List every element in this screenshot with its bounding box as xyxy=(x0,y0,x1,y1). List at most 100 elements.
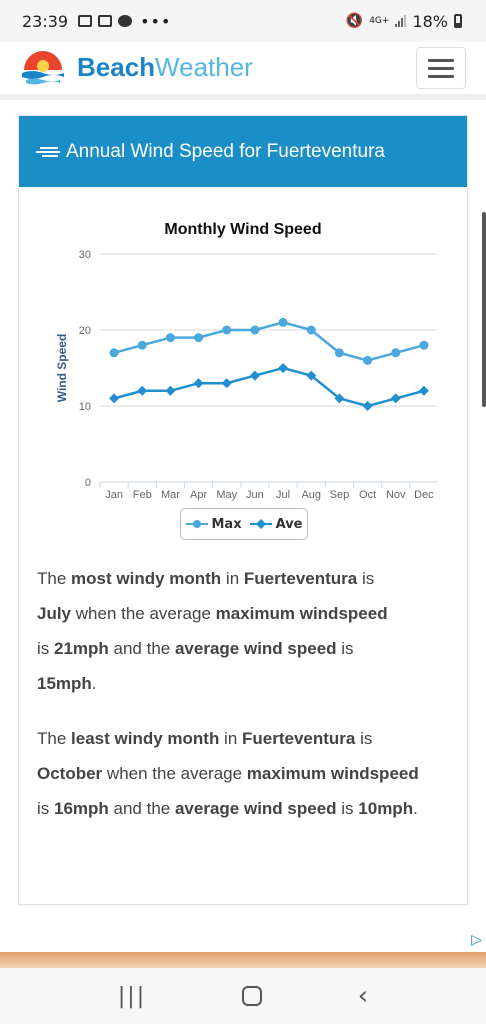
text: and the xyxy=(108,799,175,818)
network-type-label: 4G+ xyxy=(369,15,390,26)
recent-apps-icon[interactable]: ||| xyxy=(118,984,146,1009)
legend-item-ave[interactable]: Ave xyxy=(249,516,303,532)
data-point-max[interactable] xyxy=(222,325,232,335)
battery-icon xyxy=(454,14,462,28)
bold-text: Fuerteventura xyxy=(242,729,356,748)
x-tick-label: Apr xyxy=(190,489,207,501)
data-point-max[interactable] xyxy=(419,340,429,350)
text: The xyxy=(37,569,72,588)
data-point-max[interactable] xyxy=(391,348,401,358)
data-point-ave[interactable] xyxy=(221,378,232,389)
text: in xyxy=(221,569,244,588)
text: in xyxy=(219,729,243,748)
data-point-ave[interactable] xyxy=(362,401,373,411)
status-bar: 23:39 ••• 🔇 4G+ 18% xyxy=(0,0,486,42)
card-header: Annual Wind Speed for Fuerteventura xyxy=(19,116,467,187)
notification-icons xyxy=(78,15,133,27)
more-notifications-icon: ••• xyxy=(140,11,172,31)
x-tick-label: May xyxy=(216,489,237,501)
bold-text: 10mph xyxy=(358,799,414,818)
menu-bar xyxy=(428,66,454,70)
site-header: BeachWeather xyxy=(0,42,486,100)
x-tick-label: Mar xyxy=(161,489,180,501)
hamburger-menu-button[interactable] xyxy=(416,47,466,89)
chart-legend: Max Ave xyxy=(180,508,308,540)
legend-label-max: Max xyxy=(211,516,242,532)
data-point-max[interactable] xyxy=(250,325,260,335)
ad-choices-icon[interactable]: ▷ xyxy=(471,932,482,948)
data-point-max[interactable] xyxy=(137,340,147,350)
y-tick-label: 30 xyxy=(79,249,91,261)
y-tick-label: 0 xyxy=(85,477,91,489)
back-icon[interactable]: ‹ xyxy=(358,981,368,1011)
data-point-ave[interactable] xyxy=(418,385,429,396)
y-tick-label: 10 xyxy=(79,401,91,413)
card-title: Annual Wind Speed for Fuerteventura xyxy=(66,140,385,162)
status-right: 🔇 4G+ 18% xyxy=(346,0,462,42)
brand-logo-text[interactable]: BeachWeather xyxy=(77,52,253,83)
least-windy-paragraph: The least windy month in Fuerteventura i… xyxy=(37,721,447,826)
data-point-ave[interactable] xyxy=(193,378,204,389)
series-line-max xyxy=(113,321,425,362)
legend-item-max[interactable]: Max xyxy=(185,516,242,532)
x-tick-label: Sep xyxy=(330,489,350,501)
data-point-max[interactable] xyxy=(278,317,288,327)
sun-logo-icon[interactable] xyxy=(20,46,66,88)
x-tick-label: Dec xyxy=(414,489,434,501)
ad-image[interactable] xyxy=(0,952,486,968)
data-point-max[interactable] xyxy=(109,348,119,358)
signal-icon xyxy=(395,15,407,27)
brand-part-2: Weather xyxy=(155,52,253,82)
text: is xyxy=(357,569,375,588)
data-point-max[interactable] xyxy=(306,325,316,335)
bold-text: Fuerteventura xyxy=(243,569,358,588)
data-point-max[interactable] xyxy=(165,333,175,343)
scrollbar-thumb[interactable] xyxy=(482,212,486,407)
mute-icon: 🔇 xyxy=(345,13,364,29)
x-tick-label: Oct xyxy=(359,489,376,501)
bold-text: average wind speed xyxy=(174,639,337,658)
x-tick-label: Aug xyxy=(301,489,321,501)
data-point-ave[interactable] xyxy=(165,385,176,396)
system-nav-bar: ||| ‹ xyxy=(0,968,486,1024)
data-point-ave[interactable] xyxy=(109,393,120,404)
chart-title: Monthly Wind Speed xyxy=(164,221,321,238)
text: is xyxy=(336,639,354,658)
gallery-icon xyxy=(78,15,93,27)
bold-text: July xyxy=(37,604,72,623)
data-point-max[interactable] xyxy=(363,355,373,365)
legend-marker-diamond-icon xyxy=(249,519,272,529)
text: The xyxy=(37,729,72,748)
data-point-ave[interactable] xyxy=(390,393,401,404)
wind-icon xyxy=(36,146,60,157)
brand-part-1: Beach xyxy=(77,52,156,82)
bold-text: 15mph xyxy=(37,674,92,693)
wind-speed-chart: Monthly Wind Speed Wind Speed 0 10 20 30 Ja… xyxy=(18,200,468,555)
most-windy-paragraph: The most windy month in Fuerteventura is… xyxy=(37,561,447,701)
battery-percent: 18% xyxy=(412,11,448,31)
status-time: 23:39 xyxy=(22,11,69,31)
home-icon[interactable] xyxy=(241,986,262,1006)
bold-text: most windy month xyxy=(71,569,222,588)
legend-label-ave: Ave xyxy=(275,516,303,532)
x-tick-label: Jan xyxy=(105,489,123,501)
data-point-ave[interactable] xyxy=(278,363,289,373)
data-point-ave[interactable] xyxy=(137,385,148,396)
data-point-max[interactable] xyxy=(334,348,344,358)
text: is xyxy=(355,729,373,748)
text: . xyxy=(413,799,418,818)
legend-marker-circle-icon xyxy=(185,520,208,528)
bold-text: average wind speed xyxy=(174,799,337,818)
bold-text: maximum windspeed xyxy=(246,764,419,783)
youtube-icon xyxy=(98,15,113,27)
text: and the xyxy=(108,639,175,658)
bold-text: 21mph xyxy=(54,639,109,658)
text: is xyxy=(37,799,54,818)
y-tick-label: 20 xyxy=(79,325,91,337)
text: . xyxy=(91,674,97,693)
bold-text: maximum windspeed xyxy=(215,604,388,623)
text: is xyxy=(37,639,54,658)
menu-bar xyxy=(428,74,454,78)
data-point-max[interactable] xyxy=(194,333,204,343)
data-point-ave[interactable] xyxy=(249,370,260,381)
